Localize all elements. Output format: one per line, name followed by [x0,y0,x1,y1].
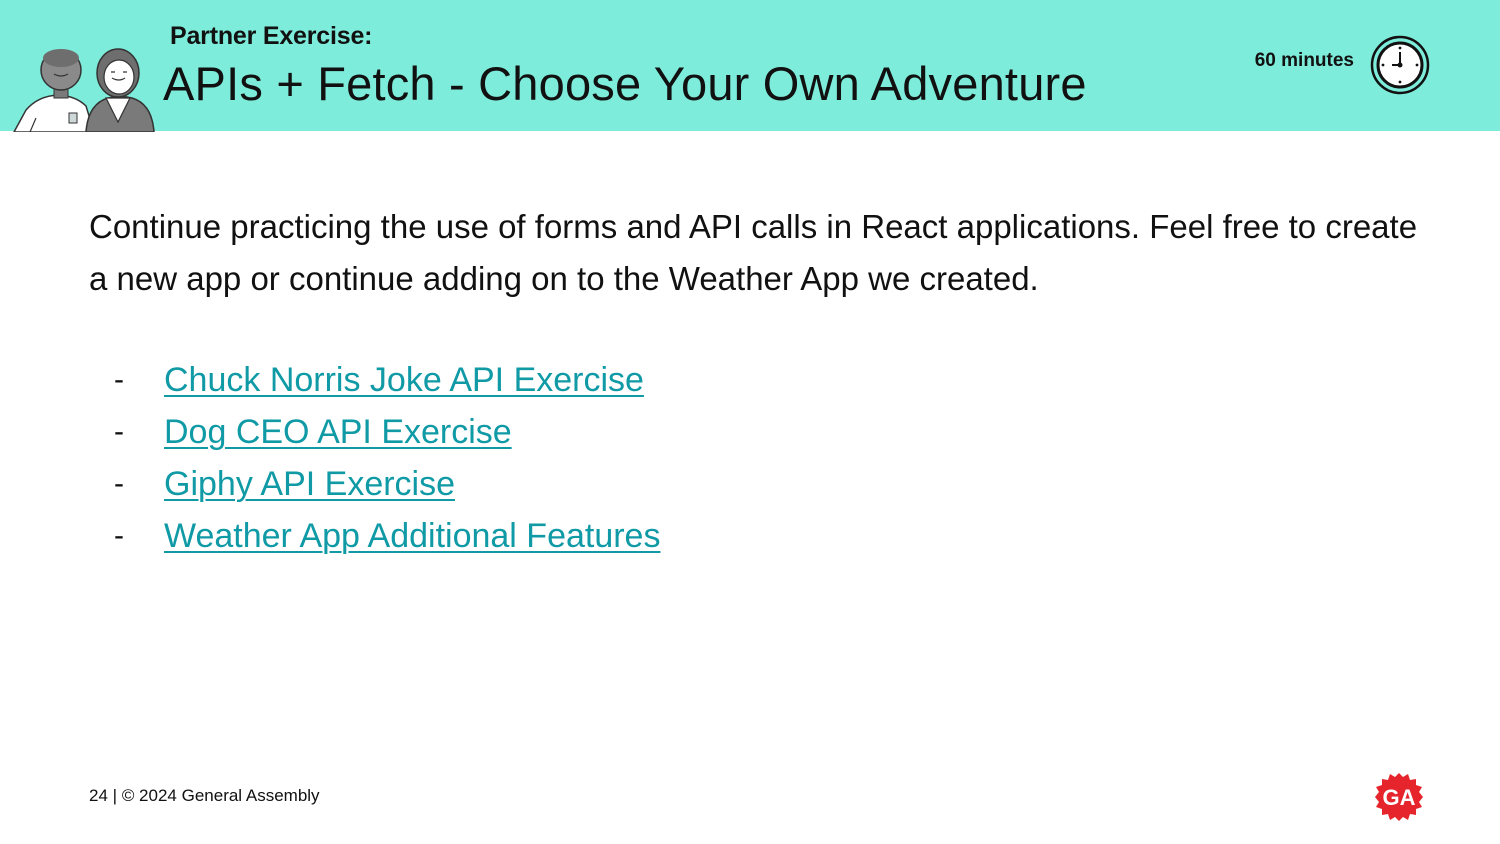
bullet-dash: - [114,519,124,552]
bullet-dash: - [114,363,124,396]
footer-separator: | [112,786,118,805]
dog-ceo-exercise-link[interactable]: Dog CEO API Exercise [164,406,512,458]
footer: 24 | © 2024 General Assembly [89,786,320,806]
copyright-text: © 2024 General Assembly [121,786,320,805]
page-number: 24 [89,786,108,805]
intro-paragraph: Continue practicing the use of forms and… [89,208,1418,297]
header-band: Partner Exercise: APIs + Fetch - Choose … [0,0,1500,132]
exercise-kicker: Partner Exercise: [170,22,373,50]
slide-title: APIs + Fetch - Choose Your Own Adventure [163,57,1087,110]
bullet-dash: - [114,415,124,448]
duration-label: 60 minutes [1254,50,1354,71]
chuck-norris-exercise-link[interactable]: Chuck Norris Joke API Exercise [164,354,644,406]
clock-icon [1370,35,1430,95]
weather-app-features-link[interactable]: Weather App Additional Features [164,510,660,562]
bullet-dash: - [114,467,124,500]
giphy-exercise-link[interactable]: Giphy API Exercise [164,458,455,510]
people-illustration [13,48,155,132]
ga-logo: GA [1375,773,1423,821]
svg-text:GA: GA [1383,785,1416,810]
